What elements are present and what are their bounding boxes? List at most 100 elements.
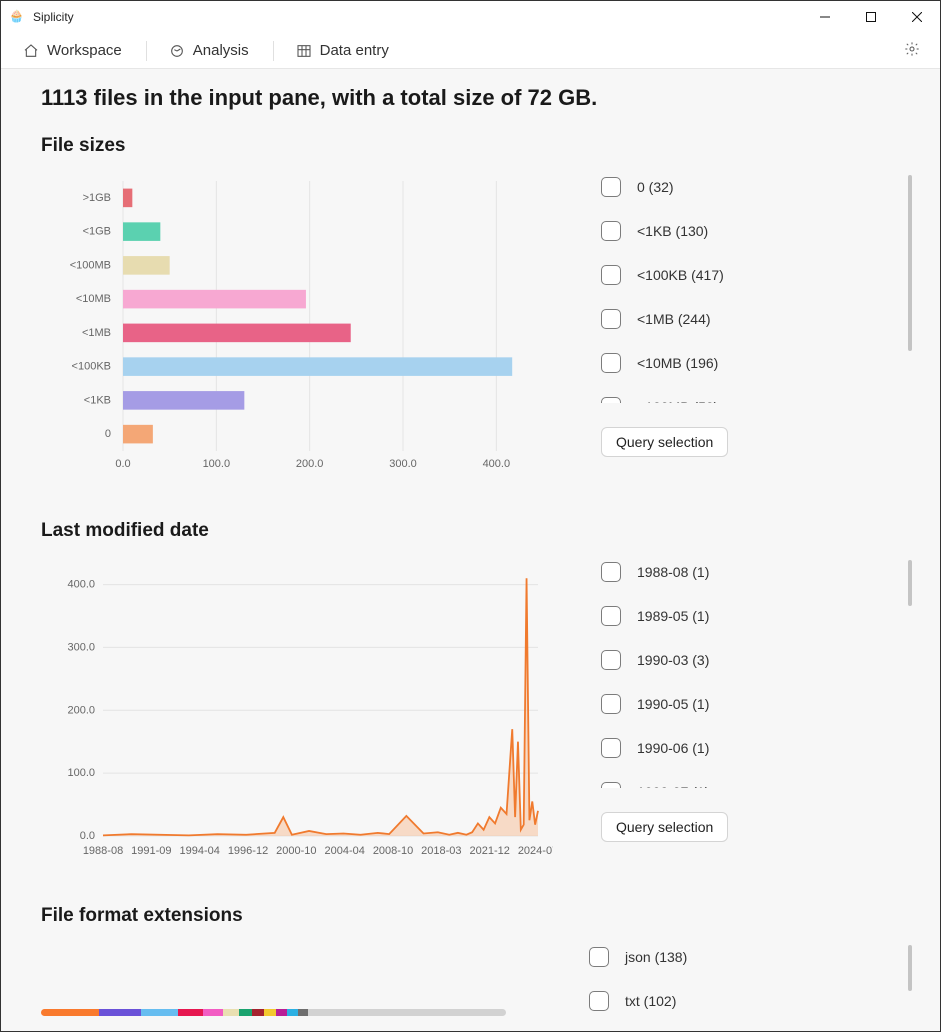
ext-segment-bin[interactable]: [298, 1009, 308, 1016]
checkbox[interactable]: [601, 606, 621, 626]
filter-checkbox-row[interactable]: 0 (32): [601, 177, 896, 197]
section-file-sizes: File sizes 0.0100.0200.0300.0400.0>1GB<1…: [41, 135, 912, 484]
filter-checkbox-row[interactable]: <100KB (417): [601, 265, 896, 285]
checkbox[interactable]: [601, 221, 621, 241]
filter-label: txt (102): [625, 993, 676, 1009]
settings-button[interactable]: [900, 37, 924, 64]
filter-label: 1989-05 (1): [637, 608, 709, 624]
gear-icon: [904, 41, 920, 57]
window-titlebar: 🧁 Siplicity: [1, 1, 940, 33]
filter-checkbox-row[interactable]: 1990-06 (1): [601, 738, 896, 758]
file-sizes-filters: 0 (32) <1KB (130) <100KB (417) <1MB (244) <1…: [601, 169, 912, 484]
tab-label: Data entry: [320, 42, 389, 59]
svg-text:2004-04: 2004-04: [324, 845, 364, 857]
window-close-button[interactable]: [894, 1, 940, 33]
filter-checkbox-row[interactable]: 1990-03 (3): [601, 650, 896, 670]
tab-data-entry[interactable]: Data entry: [290, 36, 397, 65]
filter-checkbox-row[interactable]: <10MB (196): [601, 353, 896, 373]
tab-analysis[interactable]: Analysis: [163, 36, 257, 65]
svg-text:400.0: 400.0: [483, 458, 511, 470]
ext-segment-json[interactable]: [41, 1009, 99, 1016]
checkbox[interactable]: [601, 353, 621, 373]
section-title: File format extensions: [41, 905, 912, 927]
filter-label: 1990-07 (1): [637, 784, 709, 788]
tab-workspace[interactable]: Workspace: [17, 36, 130, 65]
ext-segment-other[interactable]: [308, 1009, 506, 1016]
checkbox[interactable]: [589, 991, 609, 1011]
ext-segment-dpx[interactable]: [276, 1009, 287, 1016]
checkbox[interactable]: [601, 694, 621, 714]
svg-text:2000-10: 2000-10: [276, 845, 316, 857]
filter-label: <10MB (196): [637, 355, 718, 371]
svg-text:<1MB: <1MB: [82, 327, 111, 339]
file-sizes-chart: 0.0100.0200.0300.0400.0>1GB<1GB<100MB<10…: [41, 169, 553, 484]
filter-label: 1988-08 (1): [637, 564, 709, 580]
ext-segment-xlsx[interactable]: [223, 1009, 239, 1016]
ext-segment-svg[interactable]: [239, 1009, 252, 1016]
filter-checkbox-row[interactable]: txt (102): [589, 991, 896, 1011]
app-title: Siplicity: [33, 10, 74, 24]
checkbox[interactable]: [601, 397, 621, 403]
ext-segment-txt[interactable]: [99, 1009, 142, 1016]
svg-text:<1KB: <1KB: [84, 394, 111, 406]
extensions-filters: json (138)txt (102)jpg (87)pdf (60): [589, 939, 912, 1031]
svg-text:300.0: 300.0: [67, 641, 95, 653]
filter-label: 1990-05 (1): [637, 696, 709, 712]
mini-scrollbar[interactable]: [908, 945, 912, 991]
svg-text:200.0: 200.0: [67, 704, 95, 716]
window-minimize-button[interactable]: [802, 1, 848, 33]
section-title: Last modified date: [41, 520, 912, 542]
svg-text:0.0: 0.0: [115, 458, 130, 470]
checkbox[interactable]: [589, 947, 609, 967]
ext-segment-mp4[interactable]: [203, 1009, 223, 1016]
ext-segment-zip[interactable]: [264, 1009, 276, 1016]
filter-checkbox-row[interactable]: json (138): [589, 947, 896, 967]
tab-label: Analysis: [193, 42, 249, 59]
checkbox[interactable]: [601, 177, 621, 197]
app-tabs: Workspace Analysis Data entry: [1, 33, 940, 69]
checkbox[interactable]: [601, 738, 621, 758]
main-content[interactable]: 1113 files in the input pane, with a tot…: [1, 69, 940, 1031]
filter-label: json (138): [625, 949, 687, 965]
nav-divider: [273, 41, 274, 61]
checkbox[interactable]: [601, 650, 621, 670]
window-maximize-button[interactable]: [848, 1, 894, 33]
filter-label: <100MB (50): [637, 399, 718, 403]
svg-text:<10MB: <10MB: [76, 293, 111, 305]
tab-label: Workspace: [47, 42, 122, 59]
checkbox[interactable]: [601, 782, 621, 788]
filter-label: 1990-03 (3): [637, 652, 709, 668]
filter-checkbox-row[interactable]: <1MB (244): [601, 309, 896, 329]
filter-checkbox-row[interactable]: 1988-08 (1): [601, 562, 896, 582]
svg-text:1991-09: 1991-09: [131, 845, 171, 857]
query-selection-button[interactable]: Query selection: [601, 812, 728, 842]
filter-checkbox-row[interactable]: 1989-05 (1): [601, 606, 896, 626]
svg-text:<100KB: <100KB: [72, 361, 111, 373]
checkbox[interactable]: [601, 265, 621, 285]
filter-checkbox-row[interactable]: 1990-05 (1): [601, 694, 896, 714]
section-extensions: File format extensions json 138txt 102jp…: [41, 905, 912, 1031]
svg-text:400.0: 400.0: [67, 579, 95, 591]
mini-scrollbar[interactable]: [908, 560, 912, 606]
checkbox[interactable]: [601, 309, 621, 329]
svg-text:2018-03: 2018-03: [421, 845, 461, 857]
ext-segment-mp3[interactable]: [252, 1009, 264, 1016]
svg-text:0.0: 0.0: [80, 830, 95, 842]
section-last-modified: Last modified date 0.0100.0200.0300.0400…: [41, 520, 912, 869]
filter-checkbox-row[interactable]: <1KB (130): [601, 221, 896, 241]
filter-label: <1MB (244): [637, 311, 711, 327]
svg-text:1996-12: 1996-12: [228, 845, 268, 857]
svg-text:2021-12: 2021-12: [469, 845, 509, 857]
ext-segment-pdf[interactable]: [178, 1009, 203, 1016]
mini-scrollbar[interactable]: [908, 175, 912, 351]
checkbox[interactable]: [601, 562, 621, 582]
data-entry-icon: [296, 43, 312, 59]
filter-checkbox-row[interactable]: 1990-07 (1): [601, 782, 896, 788]
svg-text:1994-04: 1994-04: [179, 845, 219, 857]
svg-text:100.0: 100.0: [203, 458, 231, 470]
ext-segment-jpg[interactable]: [141, 1009, 177, 1016]
ext-segment-png[interactable]: [287, 1009, 298, 1016]
query-selection-button[interactable]: Query selection: [601, 427, 728, 457]
filter-checkbox-row[interactable]: <100MB (50): [601, 397, 896, 403]
filter-label: <1KB (130): [637, 223, 708, 239]
